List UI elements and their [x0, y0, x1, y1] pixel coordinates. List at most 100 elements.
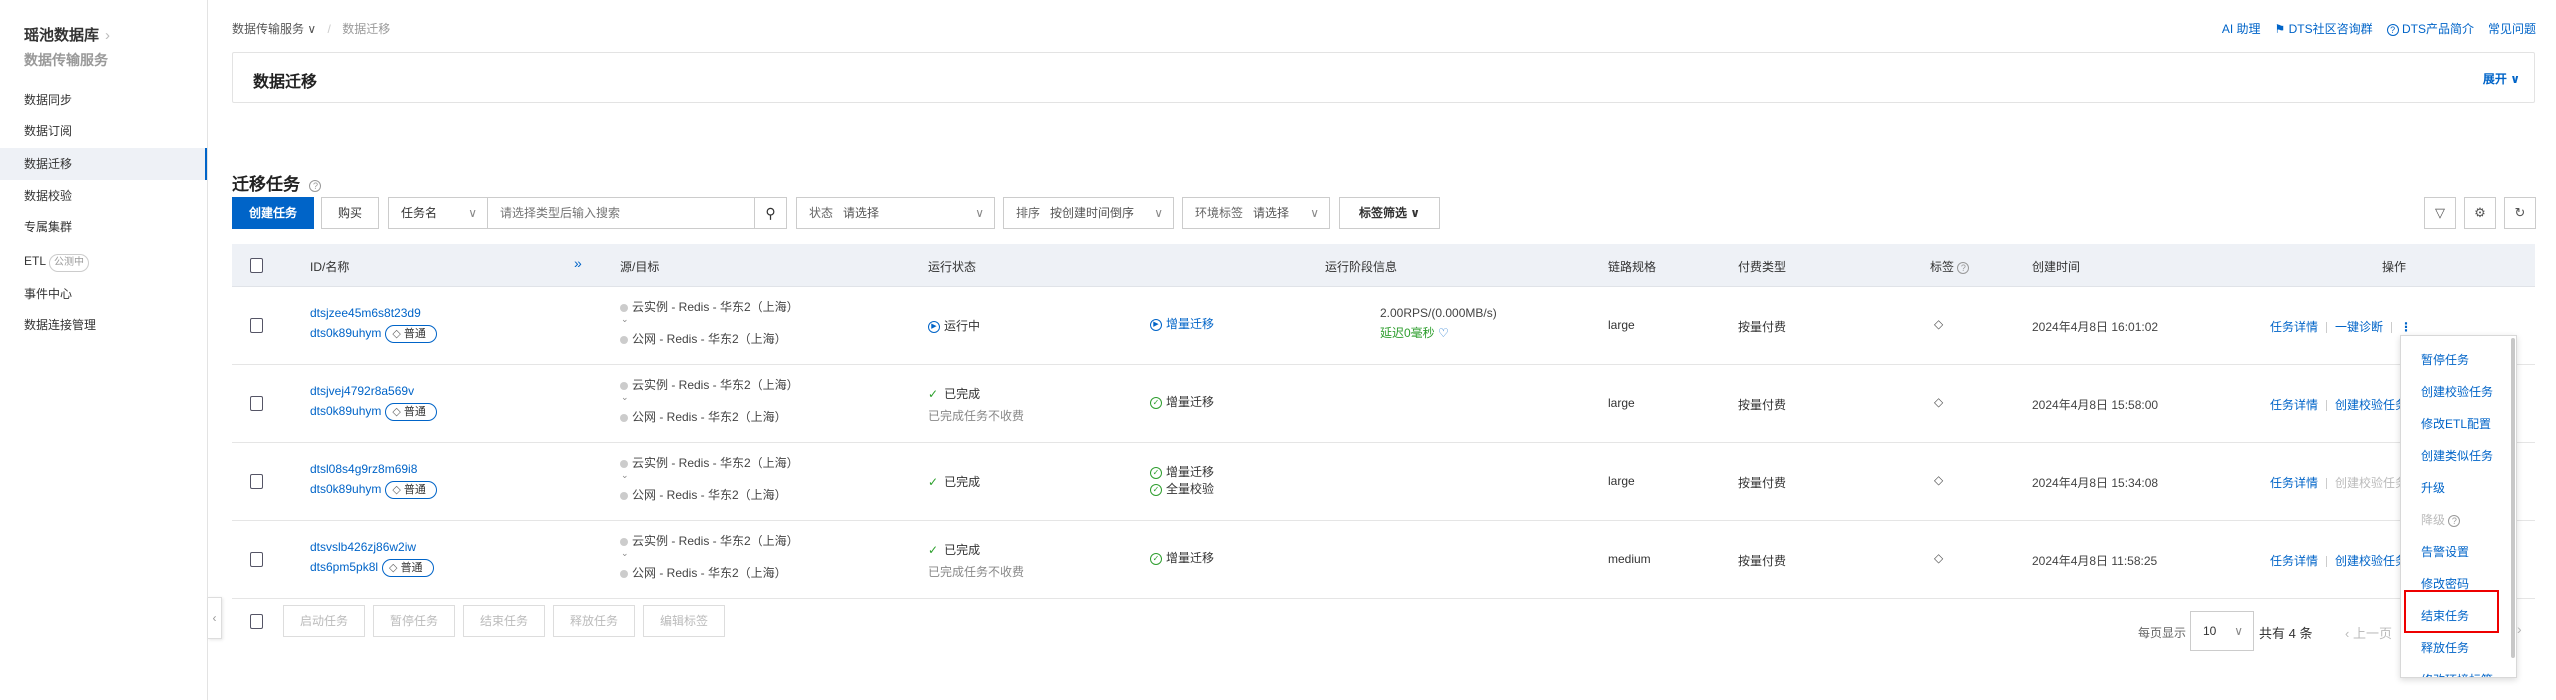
highlight-box	[2404, 590, 2499, 633]
menu-item-label: 释放任务	[2421, 641, 2470, 655]
sidebar-item[interactable]: 数据迁移	[0, 148, 207, 180]
task-id-link[interactable]: dtsjvej4792r8a569v	[310, 384, 414, 398]
ai-assistant-link[interactable]: AI 助理	[2222, 20, 2261, 37]
env-tag-select[interactable]: 环境标签 请选择 ∨	[1182, 197, 1330, 229]
billing-type: 按量付费	[1738, 398, 1787, 412]
menu-item[interactable]: 暂停任务	[2421, 351, 2469, 368]
source-db-icon	[620, 537, 628, 546]
menu-item[interactable]: 降级 ?	[2421, 511, 2461, 528]
row-checkbox[interactable]	[250, 474, 263, 489]
task-name-link[interactable]: dts0k89uhym	[310, 482, 381, 496]
menu-item[interactable]: 释放任务	[2421, 639, 2469, 656]
create-task-button[interactable]: 创建任务	[232, 197, 314, 229]
check-icon: ✓	[928, 387, 939, 401]
header-links: AI 助理 ⚑ DTS社区咨询群 ? DTS产品简介 常见问题	[2222, 20, 2536, 37]
faq-link[interactable]: 常见问题	[2488, 20, 2536, 37]
sidebar-item[interactable]: 数据连接管理	[0, 309, 207, 341]
search-button[interactable]: ⚲	[754, 197, 787, 229]
chevron-down-icon[interactable]: ∨	[307, 22, 316, 36]
action-link[interactable]: 任务详情	[2270, 398, 2318, 412]
sort-select[interactable]: 排序 按创建时间倒序 ∨	[1003, 197, 1174, 229]
batch-action-button[interactable]: 启动任务	[283, 605, 365, 637]
help-icon[interactable]: ?	[309, 179, 322, 192]
filter-button[interactable]: ▽	[2424, 197, 2456, 229]
col-id[interactable]: ID/名称	[310, 258, 349, 275]
batch-action-button[interactable]: 释放任务	[553, 605, 635, 637]
per-page-select[interactable]: 10 ∨	[2190, 611, 2254, 651]
sidebar-item[interactable]: 专属集群	[0, 211, 207, 243]
task-name-link[interactable]: dts0k89uhym	[310, 404, 381, 418]
footer-select-all-checkbox[interactable]	[250, 614, 263, 629]
stage-label[interactable]: 增量迁移	[1166, 317, 1214, 331]
settings-button[interactable]: ⚙	[2464, 197, 2496, 229]
sidebar-collapse-button[interactable]: ‹	[208, 597, 222, 639]
tag-icon[interactable]: ◇	[1934, 395, 1943, 409]
action-link[interactable]: 创建校验任务	[2335, 398, 2407, 412]
sidebar-item[interactable]: 数据同步	[0, 84, 207, 116]
source-text: 云实例 - Redis - 华东2（上海）	[632, 534, 799, 548]
type-tag-label: 普通	[403, 328, 426, 340]
target-db-icon	[620, 491, 628, 500]
batch-action-button[interactable]: 编辑标签	[643, 605, 725, 637]
community-link[interactable]: ⚑ DTS社区咨询群	[2275, 20, 2373, 37]
source-db-icon	[620, 303, 628, 312]
menu-item[interactable]: 创建类似任务	[2421, 447, 2493, 464]
breadcrumb-separator: /	[327, 22, 331, 36]
menu-item[interactable]: 修改环境标签	[2421, 671, 2493, 677]
tag-icon: ◇	[389, 562, 401, 574]
refresh-button[interactable]: ↻	[2504, 197, 2536, 229]
action-link[interactable]: 任务详情	[2270, 476, 2318, 490]
task-name-link[interactable]: dts6pm5pk8l	[310, 560, 378, 574]
action-link[interactable]: 任务详情	[2270, 320, 2318, 334]
status-filter-select[interactable]: 状态 请选择 ∨	[796, 197, 995, 229]
row-actions: 任务详情 创建校验任务	[2270, 552, 2407, 569]
batch-action-button[interactable]: 暂停任务	[373, 605, 455, 637]
action-link[interactable]: 创建校验任务	[2335, 476, 2407, 490]
task-id-link[interactable]: dtsvslb426zj86w2iw	[310, 540, 416, 554]
expand-button[interactable]: 展开 ∨	[2483, 70, 2520, 87]
menu-item[interactable]: 升级	[2421, 479, 2445, 496]
spec: large	[1608, 396, 1635, 410]
breadcrumb-parent[interactable]: 数据传输服务	[232, 22, 304, 36]
table-row: dtsl08s4g9rz8m69i8 dts0k89uhym ◇ 普通 云实例 -…	[232, 443, 2535, 521]
tag-icon[interactable]: ◇	[1934, 473, 1943, 487]
tag-filter-button[interactable]: 标签筛选 ∨	[1339, 197, 1440, 229]
task-name-link[interactable]: dts0k89uhym	[310, 326, 381, 340]
sidebar-title[interactable]: 瑶池数据库 ›	[24, 24, 110, 45]
type-tag: ◇ 普通	[385, 325, 437, 343]
status-text: 已完成	[944, 387, 981, 401]
action-link[interactable]: 一键诊断	[2335, 320, 2383, 334]
next-page-button[interactable]: ›	[2517, 621, 2522, 637]
action-link[interactable]: 创建校验任务	[2335, 554, 2407, 568]
expand-columns-icon[interactable]: »	[574, 255, 582, 271]
menu-scrollbar[interactable]	[2511, 338, 2515, 658]
row-checkbox[interactable]	[250, 318, 263, 333]
search-input[interactable]	[487, 197, 755, 229]
more-vertical-icon[interactable]: ⋮	[2400, 320, 2412, 334]
row-checkbox[interactable]	[250, 396, 263, 411]
prev-page-button[interactable]: ‹ 上一页	[2345, 623, 2392, 642]
select-all-checkbox[interactable]	[250, 258, 263, 273]
task-id-link[interactable]: dtsl08s4g9rz8m69i8	[310, 462, 417, 476]
sidebar-item[interactable]: 事件中心	[0, 278, 207, 310]
product-intro-link[interactable]: ? DTS产品简介	[2386, 20, 2474, 37]
heartbeat-icon[interactable]: ♡	[1438, 326, 1449, 340]
help-icon[interactable]: ?	[1957, 261, 1970, 274]
sidebar-item-label: 数据订阅	[24, 124, 73, 138]
sidebar-item[interactable]: 数据订阅	[0, 115, 207, 147]
sidebar-item[interactable]: 数据校验	[0, 180, 207, 212]
search-type-select[interactable]: 任务名 ∨	[388, 197, 488, 229]
menu-item[interactable]: 创建校验任务	[2421, 383, 2493, 400]
task-id-link[interactable]: dtsjzee45m6s8t23d9	[310, 306, 421, 320]
action-link[interactable]: 任务详情	[2270, 554, 2318, 568]
batch-action-button[interactable]: 结束任务	[463, 605, 545, 637]
buy-button[interactable]: 购买	[321, 197, 379, 229]
delay-text: 延迟0毫秒	[1380, 326, 1435, 340]
menu-item[interactable]: 告警设置	[2421, 543, 2469, 560]
tag-icon[interactable]: ◇	[1934, 317, 1943, 331]
tag-icon[interactable]: ◇	[1934, 551, 1943, 565]
sidebar-title-text: 瑶池数据库	[24, 27, 100, 44]
row-checkbox[interactable]	[250, 552, 263, 567]
menu-item[interactable]: 修改ETL配置	[2421, 415, 2491, 432]
sidebar-item[interactable]: ETL 公测中	[0, 245, 207, 277]
